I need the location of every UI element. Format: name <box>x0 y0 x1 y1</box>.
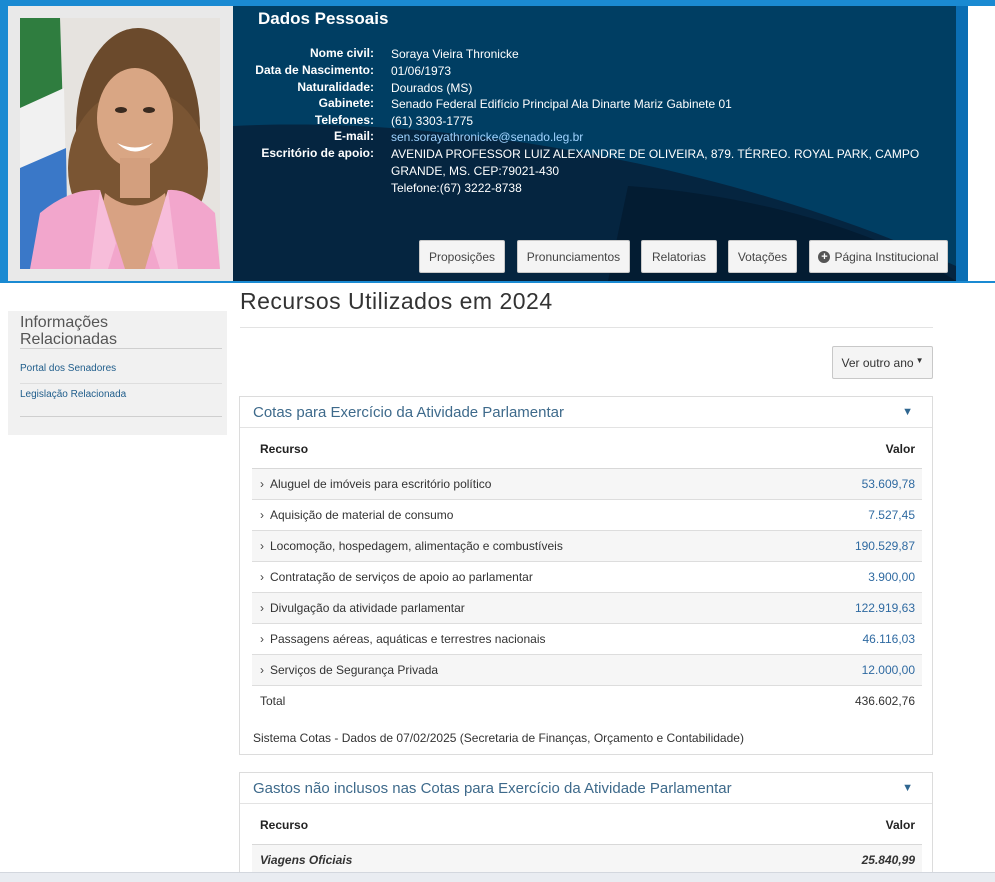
cotas-source-note: Sistema Cotas - Dados de 07/02/2025 (Sec… <box>253 731 744 745</box>
field-nome-civil: Nome civil: Soraya Vieira Thronicke <box>309 46 519 61</box>
cotas-table: Recurso Valor › Aluguel de imóveis para e… <box>252 430 922 716</box>
field-telefones: Telefones: (61) 3303-1775 <box>314 113 474 128</box>
email-link[interactable]: sen.sorayathronicke@senado.leg.br <box>391 130 583 144</box>
chevron-right-icon: › <box>260 600 264 615</box>
chevron-right-icon: › <box>260 476 264 491</box>
gastos-table: Recurso Valor Viagens Oficiais 25.840,99 <box>252 806 922 876</box>
pronunciamentos-button[interactable]: Pronunciamentos <box>517 240 630 273</box>
triangle-down-icon[interactable]: ▼ <box>902 406 913 418</box>
field-email: E-mail: sen.sorayathronicke@senado.leg.b… <box>333 129 584 144</box>
triangle-down-icon[interactable]: ▼ <box>902 782 913 794</box>
banner-edge <box>956 6 968 281</box>
cotas-panel-header[interactable]: Cotas para Exercício da Atividade Parlam… <box>240 397 932 428</box>
table-row[interactable]: › Passagens aéreas, aquáticas e terrestre… <box>252 623 922 655</box>
col-valor: Valor <box>791 430 922 469</box>
plus-circle-icon: + <box>818 250 831 263</box>
gastos-panel-header[interactable]: Gastos não inclusos nas Cotas para Exerc… <box>240 773 932 804</box>
page-title: Recursos Utilizados em 2024 <box>240 288 553 314</box>
senator-photo-frame <box>8 6 233 281</box>
sidebar-divider <box>20 348 222 349</box>
col-recurso: Recurso <box>252 430 792 469</box>
pagina-institucional-button[interactable]: + Página Institucional <box>809 240 948 273</box>
sidebar-link-portal-senadores[interactable]: Portal dos Senadores <box>20 363 116 374</box>
relatorias-button[interactable]: Relatorias <box>641 240 717 273</box>
proposicoes-button[interactable]: Proposições <box>419 240 505 273</box>
votacoes-button[interactable]: Votações <box>728 240 797 273</box>
sidebar-divider <box>20 383 222 384</box>
total-row: Total 436.602,76 <box>260 693 915 708</box>
table-row[interactable]: › Serviços de Segurança Privada 12.000,00 <box>252 654 922 686</box>
informacoes-relacionadas-sidebar: Informações Relacionadas Portal dos Sena… <box>8 311 227 435</box>
table-row[interactable]: › Aluguel de imóveis para escritório polí… <box>252 468 922 500</box>
chevron-right-icon: › <box>260 569 264 584</box>
col-valor: Valor <box>650 806 922 845</box>
sidebar-divider <box>20 416 222 417</box>
chevron-right-icon: › <box>260 631 264 646</box>
sidebar-link-legislacao[interactable]: Legislação Relacionada <box>20 389 126 400</box>
senator-photo <box>20 18 220 269</box>
table-row[interactable]: › Contratação de serviços de apoio ao par… <box>252 561 922 593</box>
table-row[interactable]: › Locomoção, hospedagem, alimentação e co… <box>252 530 922 562</box>
table-row[interactable]: › Divulgação da atividade parlamentar 122… <box>252 592 922 624</box>
field-naturalidade: Naturalidade: Dourados (MS) <box>297 80 473 95</box>
sidebar-title: Informações Relacionadas <box>20 314 117 348</box>
chevron-right-icon: › <box>260 538 264 553</box>
field-data-nascimento: Data de Nascimento: 01/06/1973 <box>255 63 452 78</box>
caret-down-icon: ▼ <box>915 356 924 365</box>
title-divider <box>240 327 933 328</box>
table-row[interactable]: › Aquisição de material de consumo 7.527,… <box>252 499 922 531</box>
chevron-right-icon: › <box>260 662 264 677</box>
table-row[interactable]: Viagens Oficiais 25.840,99 <box>252 844 922 876</box>
bottom-scroll-strip <box>0 872 995 882</box>
chevron-right-icon: › <box>260 507 264 522</box>
col-recurso: Recurso <box>252 806 651 845</box>
field-gabinete: Gabinete: Senado Federal Edifício Princi… <box>318 96 732 111</box>
ver-outro-ano-dropdown[interactable]: Ver outro ano ▼ <box>832 346 933 379</box>
field-escritorio-apoio: Escritório de apoio: AVENIDA PROFESSOR L… <box>261 146 920 195</box>
cotas-panel: Cotas para Exercício da Atividade Parlam… <box>239 396 933 755</box>
dados-pessoais-title: Dados Pessoais <box>258 9 389 28</box>
gastos-panel: Gastos não inclusos nas Cotas para Exerc… <box>239 772 933 882</box>
